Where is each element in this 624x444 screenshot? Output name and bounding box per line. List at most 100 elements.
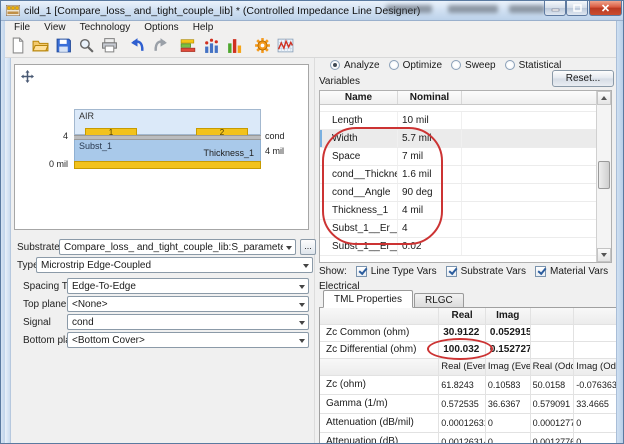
checkbox-label: Material Vars [550, 266, 608, 277]
zoom-icon[interactable] [76, 35, 97, 56]
even-odd-row[interactable]: Attenuation (dB) 0.00126314 0 0.0012776 … [320, 433, 618, 444]
toolbar [2, 34, 624, 58]
bottom-plane-select[interactable]: <Bottom Cover> [67, 332, 309, 348]
show-checkbox[interactable]: Material Vars [535, 266, 608, 277]
even-odd-row-label: Attenuation (dB) [320, 433, 439, 444]
variable-row[interactable]: Space 7 mil [320, 148, 611, 166]
menu-item[interactable]: Technology [74, 22, 137, 33]
variable-row[interactable]: cond__Thickness 1.6 mil [320, 166, 611, 184]
analysis-chart-icon[interactable] [201, 35, 222, 56]
tml-row[interactable]: Zc Common (ohm) 30.9122 0.0529152 [320, 325, 618, 342]
tab[interactable]: TML Properties [323, 290, 413, 308]
variable-row[interactable]: Subst_1__Er__TanD 0.02 [320, 238, 611, 256]
scroll-up-arrow[interactable] [597, 91, 611, 105]
substrate-browse-button[interactable]: ... [300, 239, 316, 255]
tml-imag-value: 0.0529152 [486, 325, 531, 341]
substrate-label: Subst_1 [79, 141, 112, 151]
menu-bar: FileViewTechnologyOptionsHelp [2, 21, 624, 34]
variables-title: Variables [319, 76, 360, 87]
imag-column-header: Imag [486, 308, 531, 324]
tab[interactable]: RLGC [414, 293, 464, 308]
cross-section-canvas[interactable]: AIR 1 2 Subst_1 Thickness_1 4 cond 4 mil… [14, 64, 309, 230]
mode-radio-group: Analyze Optimize Sweep Statistical [330, 58, 561, 72]
optimization-gear-icon[interactable] [252, 35, 273, 56]
even-odd-header-row: Real (Even) Imag (Even) Real (Odd) Imag … [320, 359, 618, 376]
real-odd-value: 0.579091 [531, 395, 575, 413]
even-odd-row-label: Attenuation (dB/mil) [320, 414, 439, 432]
real-even-value: 0.00126314 [439, 433, 486, 444]
spacing-type-select[interactable]: Edge-To-Edge [67, 278, 309, 294]
even-odd-row[interactable]: Gamma (1/m) 0.572535 36.6367 0.579091 33… [320, 395, 618, 414]
checkbox-icon [356, 266, 367, 277]
chevron-down-icon [296, 315, 308, 329]
menu-item[interactable]: File [8, 22, 36, 33]
cond-height-label: 4 [63, 131, 68, 141]
thickness-label: Thickness_1 [203, 148, 254, 158]
open-folder-icon[interactable] [30, 35, 51, 56]
variable-row[interactable]: Width 5.7 mil [320, 130, 611, 148]
panel-edge-left [5, 58, 11, 443]
close-button[interactable] [589, 1, 622, 16]
show-checkbox[interactable]: Line Type Vars [356, 266, 437, 277]
mode-radio[interactable]: Statistical [505, 60, 562, 71]
tml-header-row: Real Imag [320, 308, 618, 325]
redaction-blur [448, 5, 498, 13]
type-select[interactable]: Microstrip Edge-Coupled [36, 257, 313, 273]
cond-layer-label: cond [265, 131, 285, 141]
variable-nominal: 10 mil [398, 112, 462, 129]
maximize-button[interactable] [566, 1, 588, 16]
show-checkbox[interactable]: Substrate Vars [446, 266, 526, 277]
variable-row[interactable]: cond__Angle 90 deg [320, 184, 611, 202]
variable-row[interactable]: Thickness_1 4 mil [320, 202, 611, 220]
substrate-select[interactable]: Compare_loss_ and_tight_couple_lib:S_par… [59, 239, 296, 255]
redo-icon[interactable] [150, 35, 171, 56]
mode-radio[interactable]: Sweep [451, 60, 496, 71]
new-file-icon[interactable] [7, 35, 28, 56]
tml-row[interactable]: Zc Differential (ohm) 100.032 0.152727 [320, 342, 618, 359]
scrollbar-thumb[interactable] [598, 161, 610, 189]
variable-row[interactable]: Length 10 mil [320, 112, 611, 130]
mode-radio[interactable]: Analyze [330, 60, 380, 71]
waveform-grid-icon[interactable] [275, 35, 296, 56]
imag-odd-value: 0 [574, 414, 618, 432]
redaction-blur [509, 5, 545, 13]
print-icon[interactable] [99, 35, 120, 56]
top-plane-select[interactable]: <None> [67, 296, 309, 312]
variable-nominal: 1.6 mil [398, 166, 462, 183]
pan-move-icon[interactable] [21, 70, 34, 86]
bar-chart-icon[interactable] [224, 35, 245, 56]
save-icon[interactable] [53, 35, 74, 56]
menu-item[interactable]: Help [187, 22, 220, 33]
radio-icon [330, 60, 340, 70]
real-odd-value: 0.00012776 [531, 414, 575, 432]
menu-item[interactable]: View [38, 22, 72, 33]
even-odd-row-label: Zc (ohm) [320, 376, 439, 394]
even-odd-row[interactable]: Zc (ohm) 61.8243 0.10583 50.0158 -0.0763… [320, 376, 618, 395]
variable-name: Width [320, 130, 398, 147]
imag-even-value: 36.6367 [486, 395, 531, 413]
variables-scrollbar[interactable] [596, 91, 611, 262]
variable-nominal: 4 mil [398, 202, 462, 219]
window-frame-right [616, 21, 623, 443]
reset-button[interactable]: Reset... [552, 70, 614, 87]
substrate-region: Subst_1 Thickness_1 [74, 140, 261, 162]
real-even-value: 0.572535 [439, 395, 486, 413]
substrate-stack-icon[interactable] [178, 35, 199, 56]
variable-nominal: 5.7 mil [398, 130, 462, 147]
menu-item[interactable]: Options [138, 22, 184, 33]
window-title: cild_1 [Compare_loss_ and_tight_couple_l… [24, 5, 420, 17]
mode-label: Analyze [344, 60, 380, 71]
even-odd-row[interactable]: Attenuation (dB/mil) 0.000126314 0 0.000… [320, 414, 618, 433]
undo-icon[interactable] [127, 35, 148, 56]
mode-radio[interactable]: Optimize [389, 60, 442, 71]
real-even-value: 61.8243 [439, 376, 486, 394]
real-odd-column-header: Real (Odd) [531, 359, 575, 375]
radio-icon [505, 60, 515, 70]
scroll-down-arrow[interactable] [597, 248, 611, 262]
variable-row[interactable]: Subst_1__Er__Real 4 [320, 220, 611, 238]
show-label: Show: [319, 266, 347, 277]
variable-name: Subst_1__Er__Real [320, 220, 398, 237]
signal-select[interactable]: cond [67, 314, 309, 330]
variable-name: Thickness_1 [320, 202, 398, 219]
minimize-button[interactable] [544, 1, 566, 16]
